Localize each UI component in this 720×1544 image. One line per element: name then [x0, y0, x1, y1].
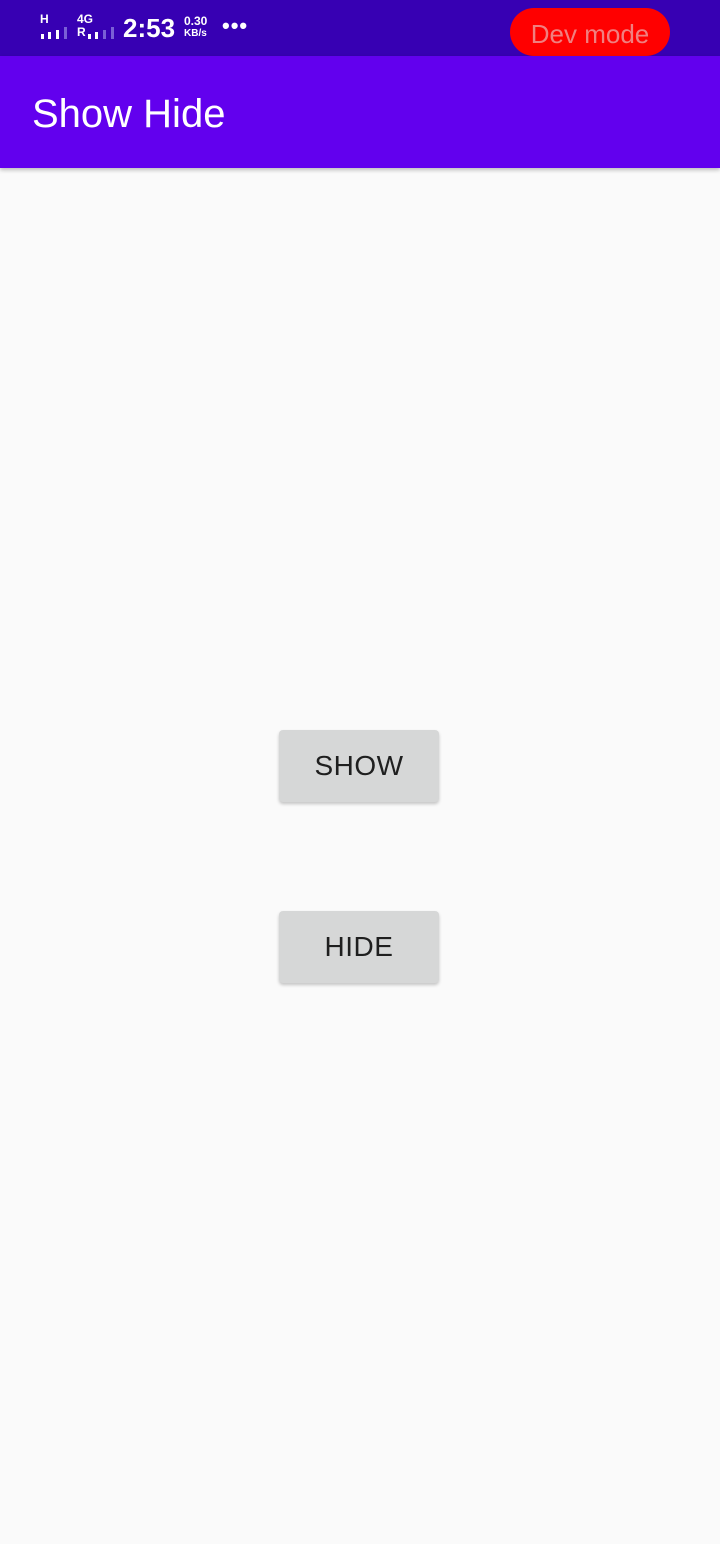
signal-4g: 4G R	[77, 13, 117, 41]
more-notifications-icon: •••	[222, 13, 249, 38]
signal-h: H	[40, 13, 72, 41]
network-speed-value: 0.30	[184, 14, 208, 28]
network-speed: 0.30 KB/s	[184, 14, 224, 40]
roaming-label: R	[77, 25, 86, 39]
network-type-label: H	[40, 12, 49, 26]
app-bar: Show Hide	[0, 56, 720, 168]
signal-bars-icon	[87, 27, 117, 39]
network-speed-unit: KB/s	[184, 28, 207, 39]
app-title: Show Hide	[32, 92, 226, 136]
dev-mode-badge[interactable]: Dev mode	[510, 8, 670, 56]
clock: 2:53	[123, 13, 176, 43]
status-bar: H 4G R 2:53 0.30 KB/s ••• Dev mode	[0, 0, 720, 56]
hide-button[interactable]: HIDE	[279, 911, 439, 983]
show-button[interactable]: SHOW	[279, 730, 439, 802]
signal-bars-icon	[40, 27, 70, 39]
network-type-label-4g: 4G	[77, 12, 94, 26]
